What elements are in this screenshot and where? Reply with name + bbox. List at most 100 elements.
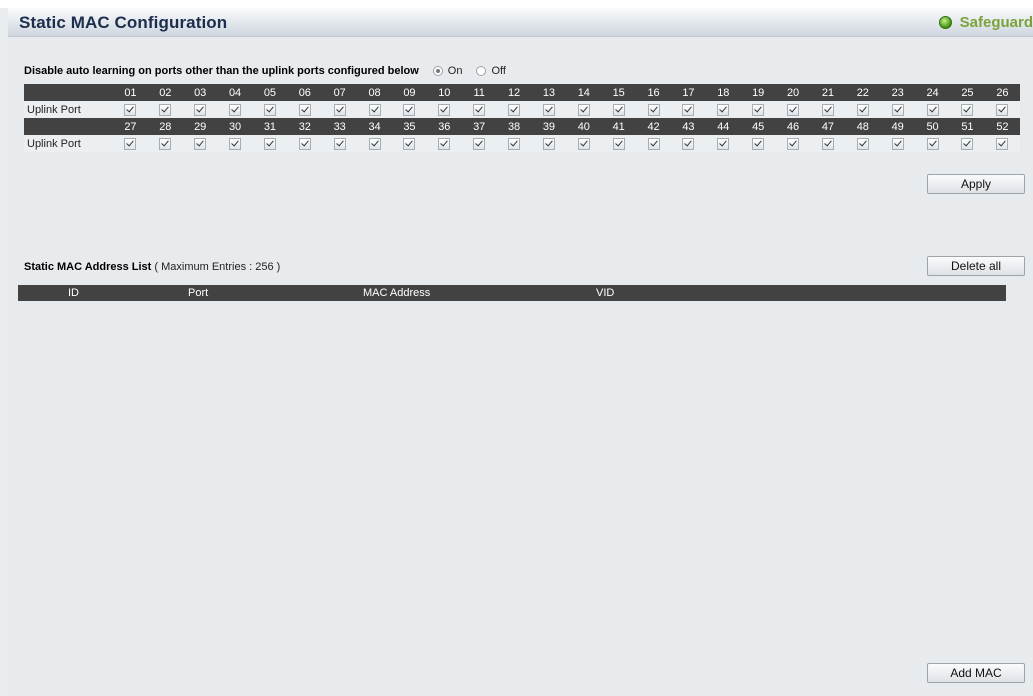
port-number: 13 (531, 84, 567, 101)
uplink-port-checkbox[interactable] (787, 103, 800, 116)
uplink-port-checkbox[interactable] (473, 103, 486, 116)
add-mac-button[interactable]: Add MAC (927, 663, 1025, 683)
uplink-port-checkbox[interactable] (647, 103, 660, 116)
top-strip (0, 0, 1033, 8)
uplink-port-cell (984, 101, 1020, 118)
apply-button[interactable]: Apply (927, 174, 1025, 194)
uplink-port-checkbox[interactable] (682, 103, 695, 116)
uplink-port-checkbox[interactable] (508, 137, 521, 150)
uplink-port-checkbox[interactable] (717, 137, 730, 150)
uplink-port-checkbox[interactable] (473, 137, 486, 150)
uplink-port-checkbox[interactable] (438, 137, 451, 150)
uplink-port-checkbox[interactable] (194, 137, 207, 150)
uplink-port-checkbox[interactable] (229, 103, 242, 116)
uplink-port-checkbox[interactable] (298, 103, 311, 116)
uplink-port-cell (496, 135, 532, 152)
uplink-port-cell (531, 135, 567, 152)
uplink-port-label: Uplink Port (24, 101, 113, 118)
auto-learning-label: Disable auto learning on ports other tha… (24, 65, 419, 77)
port-number: 14 (566, 84, 602, 101)
uplink-port-checkbox[interactable] (996, 137, 1009, 150)
port-number: 27 (113, 118, 148, 135)
port-number: 17 (671, 84, 706, 101)
radio-off-label: Off (491, 65, 506, 77)
port-number: 05 (252, 84, 288, 101)
port-number: 06 (287, 84, 323, 101)
uplink-port-checkbox[interactable] (647, 137, 660, 150)
uplink-port-checkbox[interactable] (263, 103, 276, 116)
uplink-port-table: 01 02 03 04 05 06 07 08 09 10 11 12 13 14 15 16 17 18 19 20… (24, 84, 1020, 152)
uplink-port-checkbox[interactable] (124, 103, 137, 116)
uplink-port-checkbox[interactable] (403, 103, 416, 116)
uplink-port-checkbox[interactable] (542, 137, 555, 150)
uplink-port-checkbox[interactable] (159, 137, 172, 150)
uplink-port-checkbox[interactable] (194, 103, 207, 116)
uplink-port-cell (705, 101, 741, 118)
uplink-port-checkbox[interactable] (542, 103, 555, 116)
port-number: 50 (915, 118, 950, 135)
uplink-port-checkbox[interactable] (577, 137, 590, 150)
port-number: 15 (601, 84, 637, 101)
uplink-port-checkbox[interactable] (403, 137, 416, 150)
column-id: ID (68, 287, 79, 299)
uplink-port-cell (740, 101, 776, 118)
list-max-entries: ( Maximum Entries : 256 ) (154, 261, 281, 273)
uplink-port-cell (147, 135, 183, 152)
port-number: 52 (984, 118, 1020, 135)
port-number: 18 (705, 84, 741, 101)
status-dot-icon (938, 16, 952, 29)
auto-learning-row: Disable auto learning on ports other tha… (24, 65, 506, 77)
uplink-port-checkbox[interactable] (229, 137, 242, 150)
uplink-port-checkbox[interactable] (263, 137, 276, 150)
uplink-port-checkbox[interactable] (961, 103, 974, 116)
radio-on[interactable] (432, 66, 443, 76)
port-number: 45 (740, 118, 776, 135)
uplink-port-checkbox[interactable] (891, 103, 904, 116)
uplink-port-checkbox[interactable] (856, 103, 869, 116)
uplink-port-checkbox[interactable] (926, 103, 939, 116)
uplink-port-checkbox[interactable] (787, 137, 800, 150)
uplink-port-checkbox[interactable] (717, 103, 730, 116)
uplink-port-checkbox[interactable] (821, 137, 834, 150)
port-number: 30 (217, 118, 253, 135)
delete-all-button[interactable]: Delete all (927, 256, 1025, 276)
uplink-port-cell (671, 101, 706, 118)
uplink-port-checkbox[interactable] (577, 103, 590, 116)
uplink-port-checkbox[interactable] (368, 137, 381, 150)
port-number: 40 (566, 118, 602, 135)
uplink-port-checkbox[interactable] (752, 103, 765, 116)
uplink-port-cell (705, 135, 741, 152)
uplink-port-checkbox[interactable] (298, 137, 311, 150)
uplink-port-checkbox[interactable] (508, 103, 521, 116)
uplink-port-checkbox[interactable] (996, 103, 1009, 116)
uplink-port-checkbox[interactable] (612, 137, 625, 150)
uplink-port-checkbox[interactable] (752, 137, 765, 150)
uplink-port-cell (880, 101, 916, 118)
uplink-port-checkbox[interactable] (891, 137, 904, 150)
uplink-port-checkbox[interactable] (438, 103, 451, 116)
port-number: 41 (601, 118, 637, 135)
uplink-port-checkbox[interactable] (333, 137, 346, 150)
uplink-port-checkbox[interactable] (124, 137, 137, 150)
uplink-port-checkbox[interactable] (333, 103, 346, 116)
radio-off[interactable] (476, 66, 487, 76)
uplink-port-cell (845, 101, 881, 118)
uplink-port-checkbox[interactable] (682, 137, 695, 150)
uplink-port-cell (671, 135, 706, 152)
uplink-port-cell (287, 135, 323, 152)
uplink-port-checkbox[interactable] (856, 137, 869, 150)
port-number: 25 (950, 84, 985, 101)
uplink-port-checkbox[interactable] (961, 137, 974, 150)
uplink-port-cell (287, 101, 323, 118)
uplink-port-row: Uplink Port (24, 101, 1020, 118)
port-number: 47 (810, 118, 846, 135)
uplink-port-cell (566, 135, 602, 152)
uplink-port-checkbox[interactable] (821, 103, 834, 116)
static-mac-list-title: Static MAC Address List ( Maximum Entrie… (24, 261, 280, 273)
uplink-port-checkbox[interactable] (926, 137, 939, 150)
port-number: 33 (322, 118, 358, 135)
uplink-port-checkbox[interactable] (612, 103, 625, 116)
uplink-port-cell (357, 101, 392, 118)
uplink-port-checkbox[interactable] (159, 103, 172, 116)
uplink-port-checkbox[interactable] (368, 103, 381, 116)
